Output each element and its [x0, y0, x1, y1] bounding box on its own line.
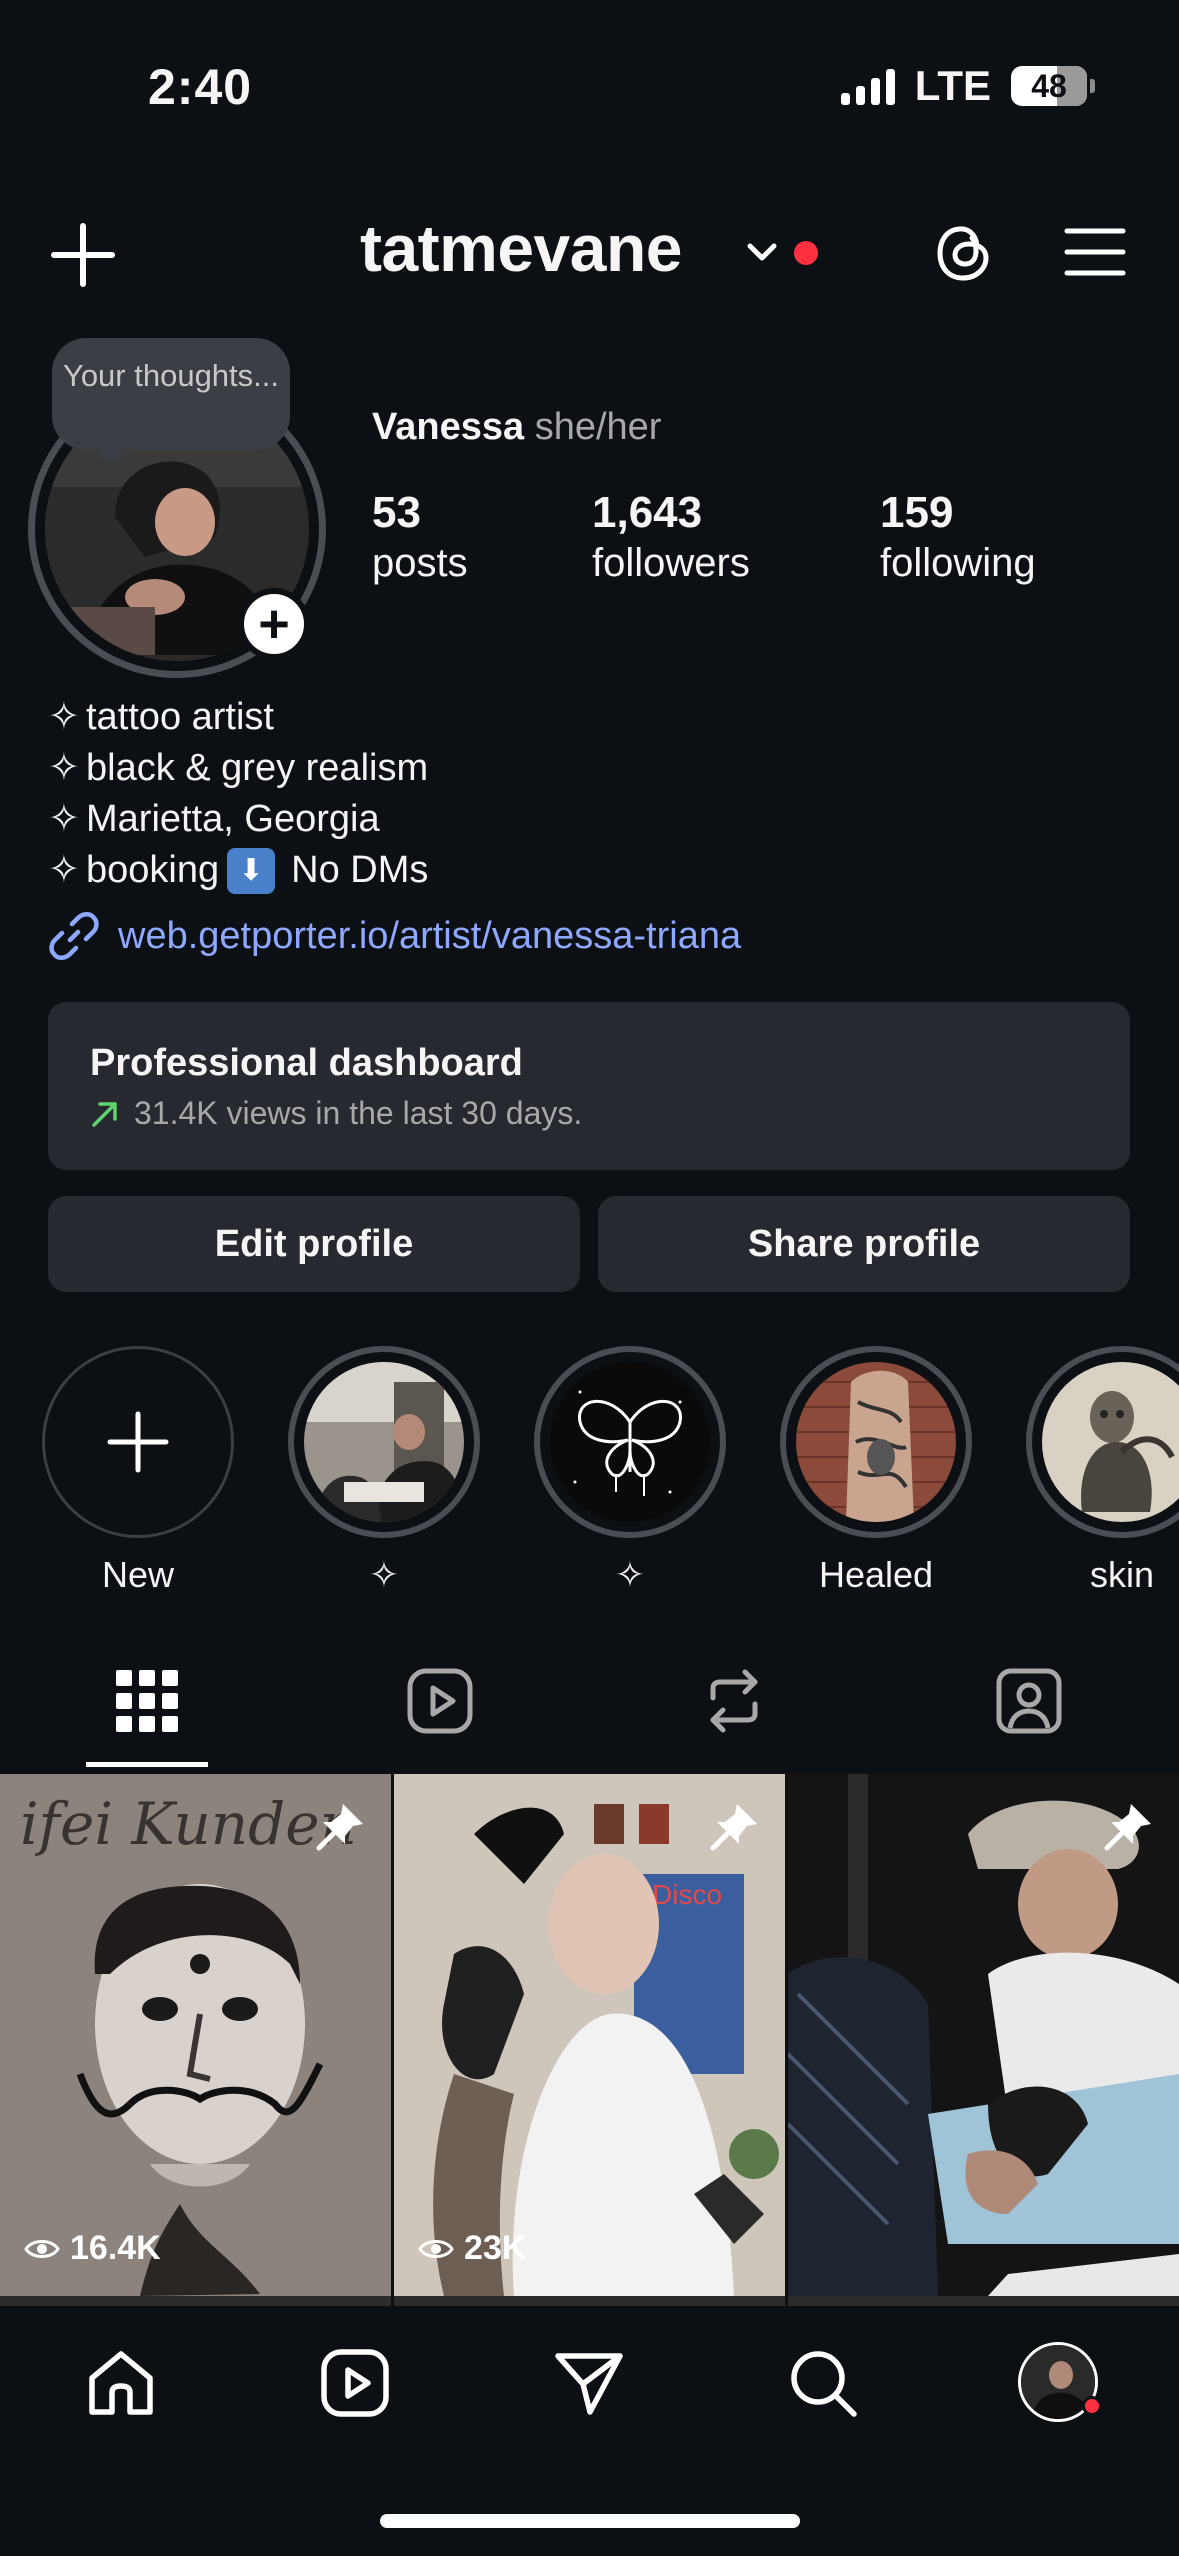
highlight-item[interactable]: ✧ — [534, 1346, 726, 1596]
send-direct-icon[interactable] — [552, 2346, 626, 2420]
highlight-label: ✧ — [614, 1554, 646, 1595]
bio: ✧ tattoo artist ✧ black & grey realism ✧ Ma… — [48, 692, 428, 896]
highlight-label: skin — [1089, 1554, 1155, 1595]
plus-icon — [107, 1411, 169, 1473]
battery-level: 48 — [1031, 67, 1067, 104]
bio-link-text[interactable]: web.getporter.io/artist/vanessa-triana — [118, 915, 741, 958]
professional-dashboard[interactable]: Professional dashboard 31.4K views in th… — [48, 1002, 1130, 1170]
reels-icon[interactable] — [318, 2346, 392, 2420]
battery-icon: 48 — [1011, 66, 1095, 106]
stat-following[interactable]: 159 following — [880, 488, 1036, 588]
post-thumbnail[interactable] — [788, 1774, 1179, 2296]
username-title[interactable]: tatmevane — [360, 210, 683, 286]
highlight-new[interactable]: New — [42, 1346, 234, 1596]
down-arrow-emoji: ⬇ — [227, 847, 276, 894]
pin-icon — [1104, 1804, 1151, 1851]
home-icon[interactable] — [84, 2346, 158, 2420]
tagged-tab-icon[interactable] — [994, 1666, 1064, 1736]
svg-text:Disco: Disco — [652, 1879, 722, 1910]
threads-icon[interactable] — [932, 220, 994, 286]
chevron-down-icon[interactable] — [744, 238, 780, 266]
post-thumbnail[interactable]: Disco 23K — [394, 1774, 785, 2296]
dashboard-title: Professional dashboard — [90, 1042, 523, 1084]
reposts-tab-icon[interactable] — [699, 1666, 769, 1736]
trend-up-icon — [92, 1101, 117, 1127]
create-plus-icon[interactable] — [50, 222, 116, 288]
dashboard-subtitle: 31.4K views in the last 30 days. — [134, 1095, 583, 1131]
link-icon — [49, 912, 99, 960]
bio-line: Marietta, Georgia — [86, 798, 380, 840]
stat-followers[interactable]: 1,643 followers — [592, 488, 750, 588]
pin-icon — [316, 1804, 363, 1851]
highlight-item[interactable]: skin — [1026, 1346, 1179, 1596]
pin-icon — [710, 1804, 757, 1851]
highlight-item[interactable]: Healed — [780, 1346, 972, 1596]
notification-dot — [794, 241, 818, 265]
post-thumbnail[interactable]: ifei Kunden 16.4K — [0, 1774, 391, 2296]
bio-link[interactable]: web.getporter.io/artist/vanessa-triana — [48, 910, 741, 962]
status-time: 2:40 — [148, 59, 253, 115]
network-label: LTE — [914, 62, 991, 109]
reels-tab-icon[interactable] — [405, 1666, 475, 1736]
profile-name-line: Vanessa she/her — [372, 406, 661, 449]
bio-line: tattoo artist — [86, 696, 274, 738]
highlight-label: ✧ — [368, 1554, 400, 1595]
search-icon[interactable] — [786, 2346, 860, 2420]
view-count: 16.4K — [70, 2229, 161, 2267]
highlight-label: Healed — [818, 1554, 934, 1595]
menu-icon[interactable] — [1064, 226, 1126, 278]
home-indicator — [380, 2514, 800, 2528]
bio-line: black & grey realism — [86, 747, 429, 789]
notification-dot — [1082, 2396, 1102, 2416]
bio-line: No DMs — [291, 849, 429, 891]
share-profile-button[interactable]: Share profile — [598, 1196, 1130, 1292]
highlight-item[interactable]: ✧ — [288, 1346, 480, 1596]
edit-profile-button[interactable]: Edit profile — [48, 1196, 580, 1292]
view-count: 23K — [464, 2229, 527, 2267]
eye-icon — [418, 2239, 454, 2258]
profile-pronouns: she/her — [534, 406, 662, 448]
grid-tab-icon[interactable] — [112, 1666, 182, 1736]
add-story-button[interactable]: + — [238, 588, 310, 660]
profile-name: Vanessa — [372, 406, 525, 448]
highlight-label: New — [101, 1554, 175, 1595]
bio-line: booking — [86, 849, 220, 891]
status-indicators: LTE 48 — [840, 62, 1095, 110]
active-tab-indicator — [86, 1762, 208, 1767]
signal-icon — [840, 67, 895, 105]
svg-text:ifei Kunden: ifei Kunden — [20, 1790, 357, 1858]
eye-icon — [24, 2239, 60, 2258]
note-bubble[interactable]: Your thoughts... — [52, 338, 290, 462]
stat-posts[interactable]: 53 posts — [372, 488, 468, 588]
